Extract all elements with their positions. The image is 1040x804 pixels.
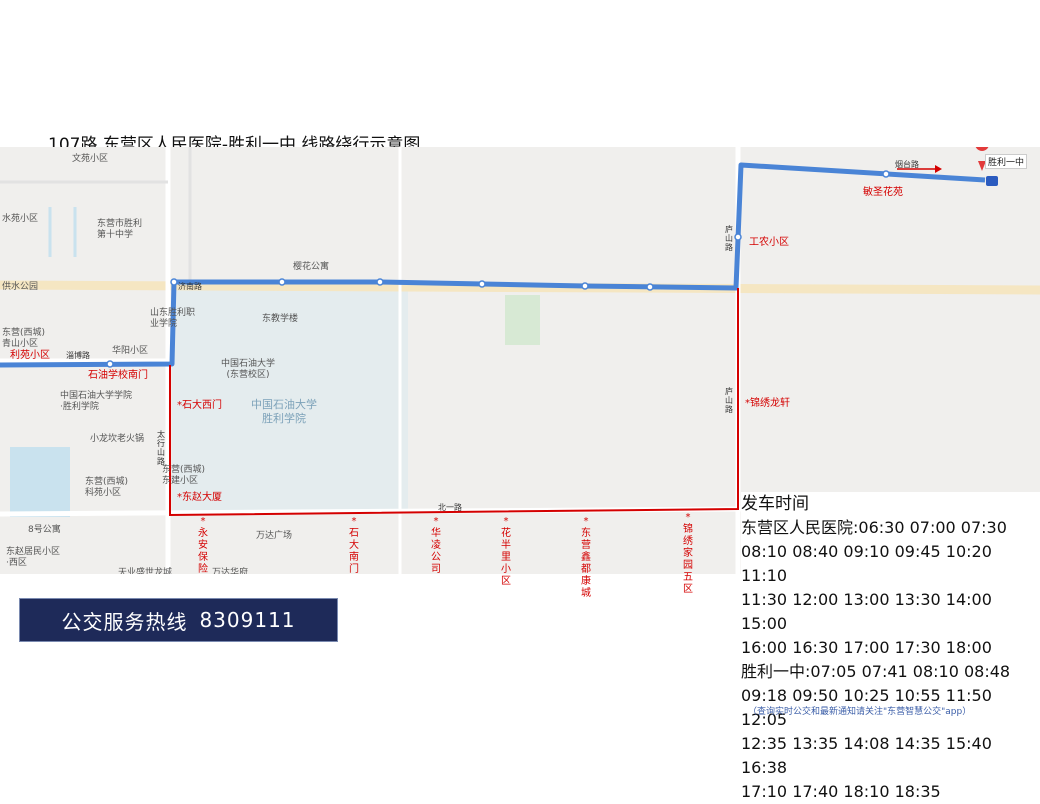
schedule-line: 08:10 08:40 09:10 09:45 10:20 11:10 (741, 542, 992, 585)
normal-route-line (0, 162, 986, 368)
schedule-line: 17:10 17:40 18:10 18:35 (741, 782, 941, 801)
poi-label: 万达华府 (212, 568, 249, 574)
hotline-banner: 公交服务热线 8309111 (19, 598, 338, 642)
departure-schedule: 发车时间 东营区人民医院:06:30 07:00 07:30 08:10 08:… (741, 492, 1040, 804)
poi-label: 供水公园 (2, 282, 39, 292)
stop-dot (882, 170, 890, 178)
hotline-number[interactable]: 8309111 (199, 608, 295, 632)
poi-label: 中国石油大学学院·胜利学院 (60, 391, 133, 412)
road-label-main: 济南路 (178, 282, 202, 291)
schedule-line: 11:30 12:00 13:00 13:30 14:00 15:00 (741, 590, 992, 633)
poi-label: 小龙坎老火锅 (90, 434, 145, 444)
stop-label-liyuan: 利苑小区 (10, 350, 50, 361)
terminal-label: 胜利一中 (985, 154, 1028, 169)
road-label-yantai: 烟台路 (895, 160, 919, 169)
stop-label-lingsheng: 敏圣花苑 (863, 187, 903, 198)
vertical-stop-label: *锦绣家园五区 (683, 512, 693, 595)
road-label-lushan: 庐山路 (725, 387, 733, 414)
campus-label: 中国石油大学胜利学院 (251, 398, 317, 425)
poi-label: 万达广场 (256, 531, 293, 541)
road-label-taihang: 太行山路 (157, 430, 165, 466)
stop-label-shida-ximen: *石大西门 (177, 400, 222, 411)
stop-dot (734, 233, 742, 241)
app-notice: （查询实时公交和最新通知请关注"东营智慧公交"app） (748, 707, 972, 717)
road-label-zibo: 淄博路 (66, 351, 90, 360)
stop-dot (170, 278, 178, 286)
poi-label: 樱花公寓 (293, 262, 330, 272)
stop-label-gongnong: 工农小区 (749, 237, 789, 248)
vertical-stop-label: *永安保险 (198, 516, 208, 575)
poi-label: 山东胜利职业学院 (150, 308, 196, 329)
hotline-label: 公交服务热线 (61, 609, 188, 634)
poi-label: 文苑小区 (72, 154, 109, 164)
poi-label: 东营(西城)东建小区 (162, 465, 206, 486)
vertical-stop-label: *石大南门 (349, 516, 359, 575)
vertical-stop-label: *花半里小区 (501, 516, 511, 587)
direction-arrowhead (935, 165, 942, 173)
vertical-stop-label: *华凌公司 (431, 516, 441, 575)
terminal-pin-icon (975, 147, 989, 151)
poi-label: 东教学楼 (262, 314, 299, 324)
poi-label: 东营市胜利第十中学 (97, 219, 143, 240)
poi-label: 8号公寓 (28, 525, 61, 535)
stop-dot (376, 278, 384, 286)
stop-dot (278, 278, 286, 286)
turnaround-icon (986, 176, 998, 186)
stop-dot (646, 283, 654, 291)
stop-dot (581, 282, 589, 290)
schedule-line: 16:00 16:30 17:00 17:30 18:00 (741, 638, 992, 657)
stop-label-shiyou-nanmen: 石油学校南门 (88, 370, 148, 381)
green-area (505, 295, 540, 345)
poi-label: 水苑小区 (2, 214, 39, 224)
poi-label: 天业盛世龙城 (118, 568, 173, 574)
schedule-line: 胜利一中:07:05 07:41 08:10 08:48 (741, 662, 1011, 681)
poi-label: 华阳小区 (112, 346, 149, 356)
stop-dot (478, 280, 486, 288)
poi-label: 东营(西城)科苑小区 (85, 477, 129, 498)
lake-area (10, 447, 70, 517)
schedule-line: 东营区人民医院:06:30 07:00 07:30 (741, 518, 1007, 537)
stop-label-jinxiu-longxuan: *锦绣龙轩 (745, 398, 790, 409)
poi-label: 中国石油大学(东营校区) (220, 359, 275, 380)
road-label-beiyi: 北一路 (438, 503, 462, 512)
schedule-line: 12:35 13:35 14:08 14:35 15:40 16:38 (741, 734, 992, 777)
stop-label-dongzhao-dasha: *东赵大厦 (177, 492, 222, 503)
road-label-lushan: 庐山路 (725, 225, 733, 252)
schedule-header: 发车时间 (741, 494, 809, 514)
poi-label: 东赵居民小区·西区 (6, 547, 61, 568)
vertical-stop-label: *东营鑫都康城 (581, 516, 591, 599)
